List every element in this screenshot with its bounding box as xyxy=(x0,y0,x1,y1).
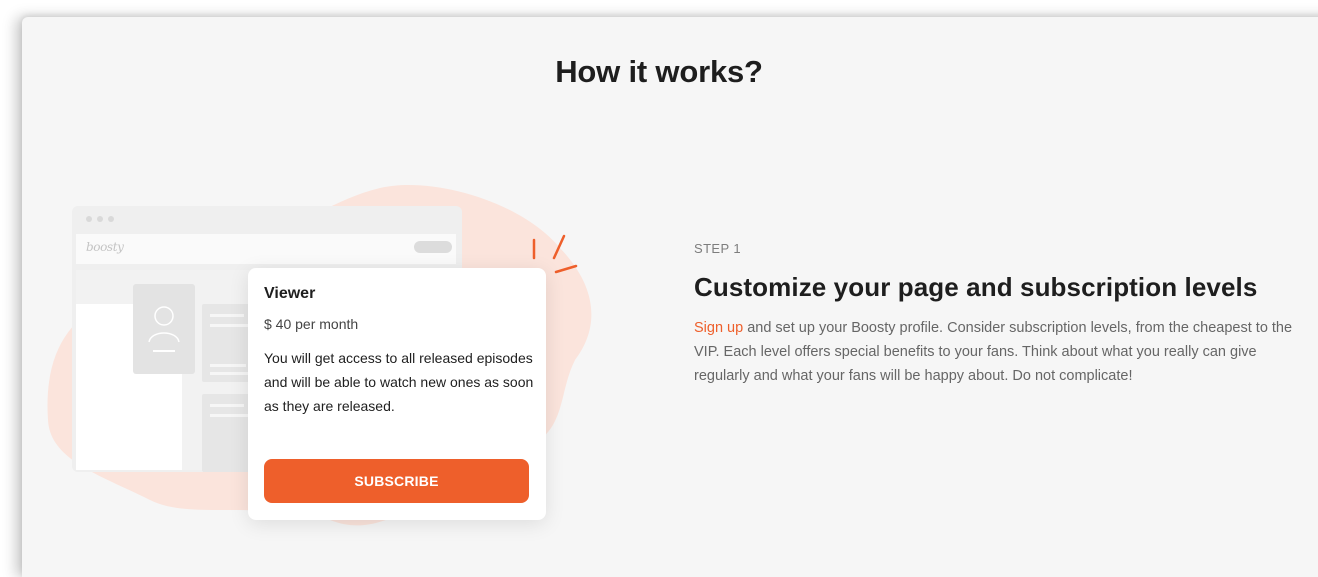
illustration: boosty Viewer $ 40 per month You will ge… xyxy=(0,0,640,546)
card-price: $ 40 per month xyxy=(264,316,359,332)
subscribe-button[interactable]: SUBSCRIBE xyxy=(264,459,529,503)
window-dot xyxy=(108,216,114,222)
subscription-card: Viewer $ 40 per month You will get acces… xyxy=(248,268,546,520)
profile-placeholder xyxy=(133,284,195,374)
browser-header xyxy=(76,234,456,264)
window-dot xyxy=(97,216,103,222)
window-dot xyxy=(86,216,92,222)
card-title: Viewer xyxy=(264,285,316,302)
step-label: STEP 1 xyxy=(694,241,741,256)
user-icon xyxy=(148,306,180,352)
header-pill xyxy=(414,241,452,253)
step-body: Sign up and set up your Boosty profile. … xyxy=(694,316,1304,388)
sign-up-link[interactable]: Sign up xyxy=(694,320,743,336)
card-description: You will get access to all released epis… xyxy=(264,350,534,414)
step-title: Customize your page and subscription lev… xyxy=(694,272,1258,302)
step-body-text: and set up your Boosty profile. Consider… xyxy=(694,320,1293,384)
window-dots xyxy=(86,216,114,222)
boosty-logo: boosty xyxy=(86,240,124,254)
